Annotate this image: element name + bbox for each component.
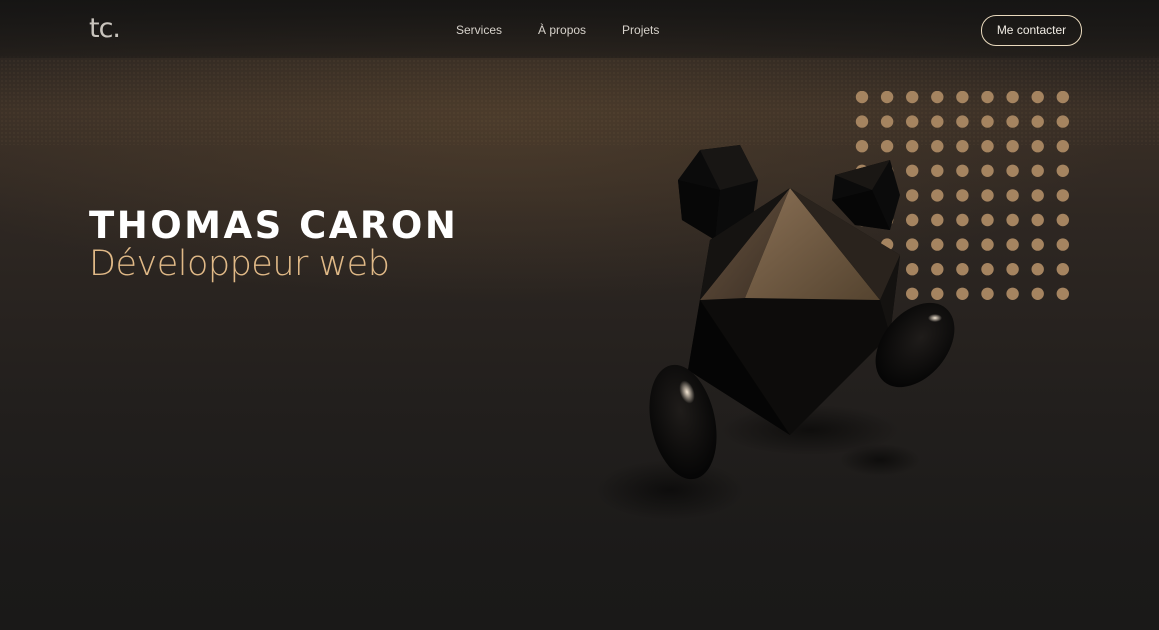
decor-dot [1006, 164, 1019, 177]
nav-link-about[interactable]: À propos [538, 22, 586, 38]
decor-dot [981, 263, 994, 276]
logo[interactable]: tc. [89, 12, 121, 46]
decor-dot [1031, 263, 1044, 276]
decor-dot [855, 115, 869, 128]
decor-dot [1006, 263, 1019, 276]
decor-dot [906, 91, 919, 104]
decor-dot [1031, 287, 1044, 300]
decor-dot [1031, 213, 1044, 227]
nav-link-projects[interactable]: Projets [622, 22, 659, 38]
decor-dot [981, 164, 994, 177]
nav-link-services[interactable]: Services [456, 22, 502, 38]
decor-dot [1056, 91, 1069, 104]
decor-dot [1056, 164, 1069, 177]
decor-dot [1006, 213, 1019, 227]
decor-dot [1006, 287, 1019, 300]
decor-dot [880, 91, 894, 104]
decor-dot [1056, 189, 1069, 202]
decor-dot [855, 91, 869, 104]
decor-dot [1031, 238, 1044, 251]
decor-dot [880, 115, 894, 128]
decor-dot [1031, 164, 1044, 177]
decor-dot [1006, 238, 1019, 251]
decor-dot [981, 238, 994, 251]
decor-dot [1056, 287, 1069, 300]
decor-dot [981, 91, 994, 104]
decor-dot [981, 213, 994, 227]
hero-role: Développeur web [89, 244, 390, 284]
decor-dot [931, 91, 944, 104]
decor-dot [1056, 238, 1069, 251]
decor-dot [981, 287, 994, 300]
decor-dot [981, 115, 994, 128]
decor-dot [1031, 189, 1044, 202]
ground-shadow [840, 444, 920, 476]
navbar: tc. Services À propos Projets Me contact… [0, 0, 1159, 58]
3d-geometric-character-illustration [595, 145, 955, 520]
right-ear-polyhedron [832, 160, 900, 230]
decor-dot [1056, 213, 1069, 227]
decor-dot [956, 115, 969, 128]
decor-dot [1006, 115, 1019, 128]
page: tc. Services À propos Projets Me contact… [0, 0, 1159, 630]
main-nav: Services À propos Projets [456, 22, 659, 38]
decor-dot [981, 140, 994, 153]
decor-dot [1056, 140, 1069, 153]
decor-dot [906, 115, 919, 128]
decor-dot [1006, 91, 1019, 104]
decor-dot [1031, 140, 1044, 153]
decor-dot [931, 115, 944, 128]
decor-dot [1031, 115, 1044, 128]
decor-dot [956, 91, 969, 104]
decor-dot [1056, 115, 1069, 128]
contact-button[interactable]: Me contacter [981, 15, 1082, 46]
decor-dot [1056, 263, 1069, 276]
decor-dot [1006, 189, 1019, 202]
decor-dot [1006, 140, 1019, 153]
decor-dot [1031, 91, 1044, 104]
ground-shadow [595, 460, 745, 520]
decor-dot [981, 189, 994, 202]
